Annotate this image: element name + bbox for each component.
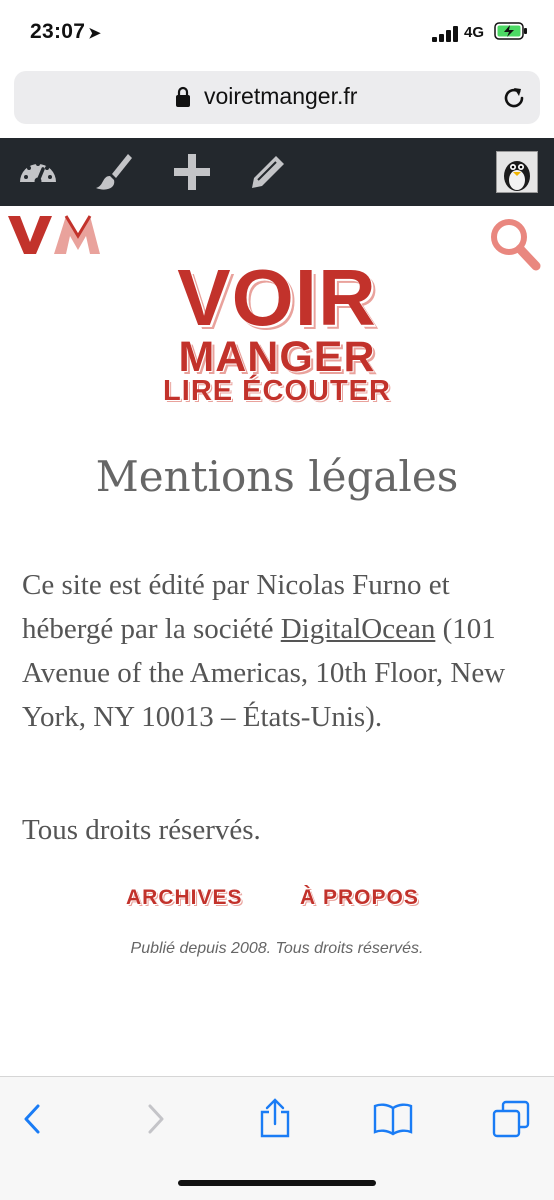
digitalocean-link[interactable]: DigitalOcean xyxy=(281,613,436,645)
dashboard-icon[interactable] xyxy=(16,150,60,194)
footer-archives-link[interactable]: ARCHIVES xyxy=(126,886,243,910)
footer-credit: Publié depuis 2008. Tous droits réservés… xyxy=(130,940,424,957)
logo-voir: VOIR xyxy=(177,253,377,342)
logo-lire-ecouter: LIRE ÉCOUTER xyxy=(163,375,391,407)
footer-apropos-link[interactable]: À PROPOS xyxy=(300,886,419,910)
new-post-plus-icon[interactable] xyxy=(170,150,214,194)
bookmarks-icon[interactable] xyxy=(372,1098,414,1140)
search-icon[interactable] xyxy=(488,216,542,272)
location-arrow-icon: ➤ xyxy=(88,25,102,42)
site-logo[interactable]: VOIR MANGER LIRE ÉCOUTER xyxy=(148,258,406,408)
tabs-icon[interactable] xyxy=(490,1098,532,1140)
penguin-avatar-icon xyxy=(497,152,537,192)
reload-icon[interactable] xyxy=(500,84,528,112)
lock-icon xyxy=(176,86,190,107)
vm-logo-icon[interactable] xyxy=(6,212,102,256)
status-time: 23:07 ➤ xyxy=(30,20,102,43)
forward-icon[interactable] xyxy=(134,1098,176,1140)
edit-pencil-icon[interactable] xyxy=(246,150,290,194)
back-icon[interactable] xyxy=(12,1098,54,1140)
signal-strength-icon xyxy=(432,26,458,42)
logo-manger: MANGER xyxy=(178,333,376,381)
user-avatar[interactable] xyxy=(496,151,538,193)
legal-paragraph: Ce site est édité par Nicolas Furno et h… xyxy=(22,563,534,739)
page-title: Mentions légales xyxy=(95,452,459,501)
share-icon[interactable] xyxy=(254,1098,296,1140)
battery-charging-icon xyxy=(494,22,527,40)
home-indicator[interactable] xyxy=(178,1180,376,1186)
rights-paragraph: Tous droits réservés. xyxy=(22,814,261,846)
customize-brush-icon[interactable] xyxy=(92,150,136,194)
network-type: 4G xyxy=(464,24,485,41)
url-text[interactable]: voiretmanger.fr xyxy=(204,83,357,110)
